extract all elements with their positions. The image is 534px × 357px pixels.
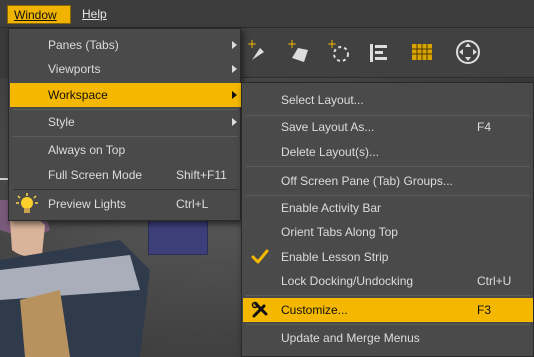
submenu-item-label: Enable Activity Bar: [281, 201, 382, 215]
svg-text:+: +: [247, 37, 257, 51]
submenu-item-label: Orient Tabs Along Top: [281, 225, 398, 239]
submenu-item-label: Off Screen Pane (Tab) Groups...: [281, 174, 453, 188]
menu-item-label: Panes (Tabs): [48, 38, 119, 52]
submenu-item-orient-tabs-along-top[interactable]: Orient Tabs Along Top: [243, 220, 533, 244]
submenu-arrow-icon: [232, 118, 237, 126]
submenu-arrow-icon: [232, 65, 237, 73]
menu-separator: [246, 295, 530, 296]
menu-item-shortcut: Ctrl+L: [176, 197, 209, 211]
submenu-item-enable-activity-bar[interactable]: Enable Activity Bar: [243, 196, 533, 220]
menu-item-label: Workspace: [48, 88, 108, 102]
menu-window-label: Window: [14, 8, 57, 22]
checkmark-icon: [251, 249, 269, 264]
toolbar: + + +: [236, 28, 534, 78]
menu-separator: [246, 324, 530, 325]
menu-separator: [13, 136, 238, 137]
menu-item-label: Viewports: [48, 62, 101, 76]
light-bulb-icon: [16, 193, 38, 213]
menu-item-panes-tabs[interactable]: Panes (Tabs): [10, 33, 241, 57]
menu-window[interactable]: Window: [7, 5, 71, 24]
submenu-item-enable-lesson-strip[interactable]: Enable Lesson Strip: [243, 245, 533, 269]
menu-item-shortcut: Shift+F11: [176, 168, 227, 182]
menu-item-preview-lights[interactable]: Preview Lights Ctrl+L: [10, 192, 241, 216]
submenu-item-update-and-merge-menus[interactable]: Update and Merge Menus: [243, 326, 533, 350]
submenu-item-customize[interactable]: Customize... F3: [243, 298, 533, 322]
navigate-icon[interactable]: [452, 36, 484, 68]
submenu-item-label: Update and Merge Menus: [281, 331, 420, 345]
submenu-item-lock-docking[interactable]: Lock Docking/Undocking Ctrl+U: [243, 269, 533, 293]
menu-item-label: Full Screen Mode: [48, 168, 143, 182]
submenu-item-label: Delete Layout(s)...: [281, 145, 380, 159]
workspace-submenu: Select Layout... Save Layout As... F4 De…: [241, 82, 534, 357]
submenu-item-label: Save Layout As...: [281, 120, 375, 134]
svg-text:+: +: [327, 37, 337, 51]
menu-item-style[interactable]: Style: [10, 110, 241, 134]
submenu-item-select-layout[interactable]: Select Layout...: [243, 88, 533, 112]
submenu-item-delete-layouts[interactable]: Delete Layout(s)...: [243, 140, 533, 164]
menu-separator: [13, 189, 238, 190]
menu-bar: Window Help: [0, 0, 534, 28]
menu-item-always-on-top[interactable]: Always on Top: [10, 138, 241, 162]
character-figure: [0, 200, 150, 357]
align-left-icon[interactable]: [362, 36, 394, 68]
submenu-arrow-icon: [232, 91, 237, 99]
menu-separator: [246, 166, 530, 167]
menu-item-label: Style: [48, 115, 75, 129]
menu-item-workspace[interactable]: Workspace: [10, 83, 241, 107]
menu-item-full-screen-mode[interactable]: Full Screen Mode Shift+F11: [10, 163, 241, 187]
submenu-item-off-screen-pane-groups[interactable]: Off Screen Pane (Tab) Groups...: [243, 169, 533, 193]
submenu-item-shortcut: Ctrl+U: [477, 274, 512, 288]
svg-text:+: +: [287, 37, 297, 51]
submenu-item-label: Customize...: [281, 303, 348, 317]
camera-tool-icon[interactable]: +: [284, 36, 316, 68]
menu-item-label: Always on Top: [48, 143, 126, 157]
submenu-item-label: Lock Docking/Undocking: [281, 274, 414, 288]
submenu-item-label: Enable Lesson Strip: [281, 250, 389, 264]
menu-help[interactable]: Help: [76, 5, 113, 24]
window-menu-dropdown: Panes (Tabs) Viewports Workspace Style A…: [8, 28, 241, 221]
grid-icon[interactable]: [406, 36, 438, 68]
submenu-item-shortcut: F4: [477, 120, 492, 134]
menu-item-label: Preview Lights: [48, 197, 127, 211]
menu-help-label: Help: [82, 7, 107, 21]
null-node-tool-icon[interactable]: +: [324, 36, 356, 68]
spot-light-tool-icon[interactable]: +: [244, 36, 276, 68]
submenu-item-save-layout-as[interactable]: Save Layout As... F4: [243, 115, 533, 139]
menu-item-viewports[interactable]: Viewports: [10, 57, 241, 81]
wrench-screwdriver-icon: [251, 301, 268, 318]
submenu-arrow-icon: [232, 41, 237, 49]
submenu-item-shortcut: F3: [477, 303, 492, 317]
submenu-item-label: Select Layout...: [281, 93, 364, 107]
